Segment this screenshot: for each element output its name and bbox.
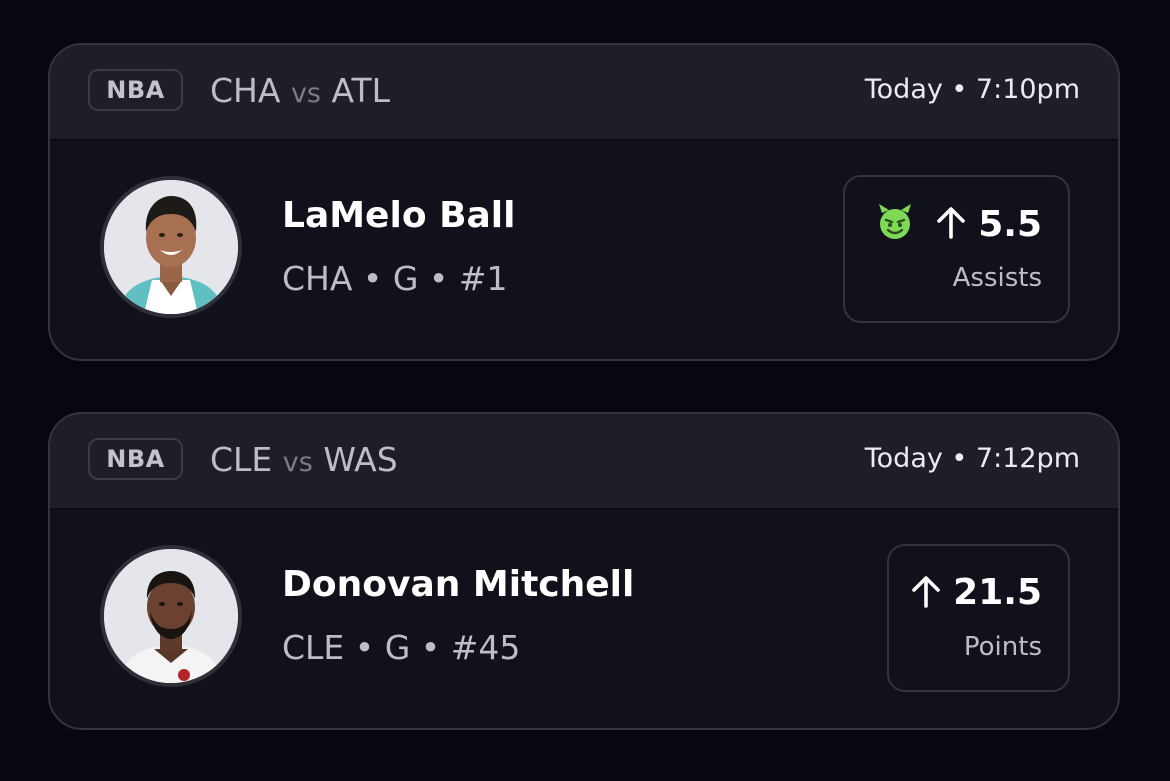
card-header: NBA CLE vs WAS Today • 7:12pm bbox=[50, 414, 1118, 510]
up-arrow-icon bbox=[936, 205, 966, 243]
prop-selection-button[interactable]: 5.5 Assists bbox=[843, 175, 1070, 323]
away-team: ATL bbox=[331, 71, 391, 110]
player-headshot-icon bbox=[104, 180, 238, 314]
vs-label: vs bbox=[290, 78, 321, 109]
player-avatar[interactable] bbox=[100, 176, 242, 318]
player-avatar[interactable] bbox=[100, 545, 242, 687]
prop-selection-button[interactable]: 21.5 Points bbox=[887, 544, 1070, 692]
pick-card[interactable]: NBA CHA vs ATL Today • 7:10pm LaMelo Bal… bbox=[48, 43, 1120, 361]
away-team: WAS bbox=[323, 440, 398, 479]
vs-label: vs bbox=[282, 447, 313, 478]
matchup: CLE vs WAS bbox=[210, 440, 398, 479]
league-badge: NBA bbox=[88, 69, 183, 111]
home-team: CHA bbox=[210, 71, 281, 110]
card-header: NBA CHA vs ATL Today • 7:10pm bbox=[50, 45, 1118, 141]
player-info: CHA • G • #1 bbox=[282, 259, 508, 298]
matchup: CHA vs ATL bbox=[210, 71, 390, 110]
home-team: CLE bbox=[210, 440, 273, 479]
prop-stat: Points bbox=[963, 632, 1042, 662]
game-time: Today • 7:12pm bbox=[864, 443, 1080, 474]
league-badge: NBA bbox=[88, 438, 183, 480]
prop-line: 5.5 bbox=[876, 203, 1042, 245]
demon-icon bbox=[876, 203, 914, 245]
prop-value: 21.5 bbox=[953, 572, 1042, 613]
prop-line: 21.5 bbox=[911, 572, 1042, 613]
prop-value: 5.5 bbox=[978, 203, 1042, 245]
player-name: Donovan Mitchell bbox=[282, 564, 635, 605]
player-headshot-icon bbox=[104, 549, 238, 683]
player-name: LaMelo Ball bbox=[282, 195, 516, 236]
game-time: Today • 7:10pm bbox=[864, 74, 1080, 105]
up-arrow-icon bbox=[911, 574, 941, 612]
player-info: CLE • G • #45 bbox=[282, 628, 521, 667]
prop-stat: Assists bbox=[952, 263, 1042, 293]
pick-card[interactable]: NBA CLE vs WAS Today • 7:12pm Donovan Mi… bbox=[48, 412, 1120, 730]
